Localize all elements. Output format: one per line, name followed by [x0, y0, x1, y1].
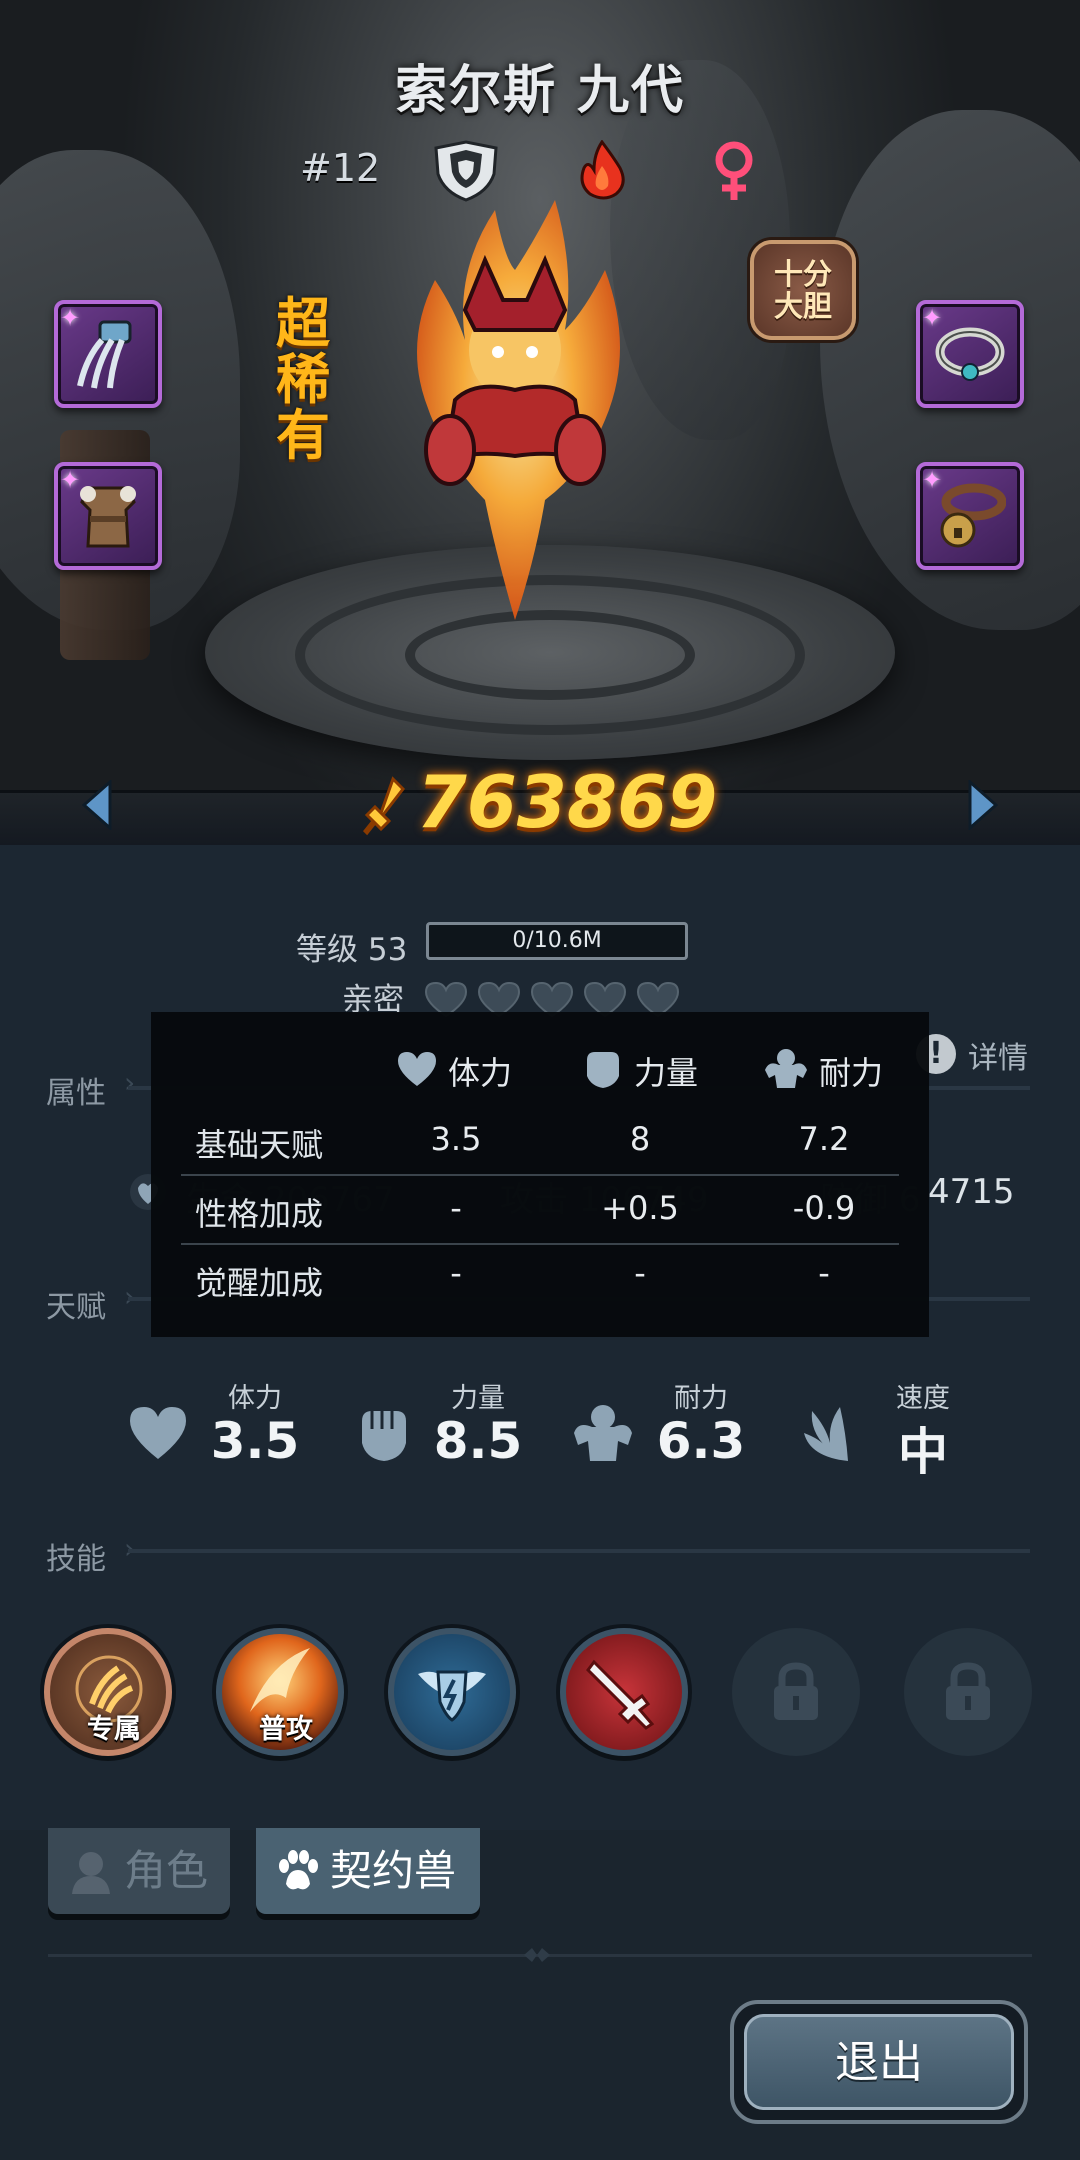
- hero-character-sprite[interactable]: [385, 200, 645, 630]
- equip-slot-necklace[interactable]: ✦: [916, 300, 1024, 408]
- tooltip-row-divider: [181, 1243, 899, 1245]
- rarity-label: 超稀有: [276, 292, 330, 467]
- fist-icon: [587, 1052, 619, 1088]
- skill-shield[interactable]: [388, 1628, 516, 1756]
- tooltip-cell-awaken-strength: -: [634, 1254, 646, 1292]
- skill-locked-1[interactable]: [732, 1628, 860, 1756]
- skill-sword[interactable]: [560, 1628, 688, 1756]
- tab-pet[interactable]: 契约兽: [256, 1828, 480, 1914]
- talent-name-speed: 速度: [896, 1383, 950, 1414]
- talent-value-strength: 8.5: [433, 1412, 523, 1470]
- claw-weapon-icon: [77, 320, 132, 389]
- tooltip-cell-base-strength: 8: [629, 1120, 651, 1158]
- talent-value-endurance: 6.3: [656, 1412, 746, 1470]
- wing-icon: [804, 1407, 848, 1461]
- leather-armor-icon: [80, 486, 136, 548]
- bell-collar-icon: [940, 483, 1006, 548]
- tooltip-header-strength: 力量: [634, 1054, 699, 1092]
- equip-slot-armor[interactable]: ✦: [54, 462, 162, 570]
- equip-slot-accessory[interactable]: ✦: [916, 462, 1024, 570]
- skill-exclusive[interactable]: 专属: [44, 1628, 172, 1756]
- character-icon: [72, 1852, 110, 1894]
- sword-skill-icon: [586, 1659, 655, 1730]
- combat-power: 763869: [0, 760, 1080, 844]
- muscle-icon: [765, 1049, 807, 1088]
- detail-button[interactable]: 详情: [968, 1033, 1028, 1077]
- muscle-icon: [574, 1405, 632, 1461]
- power-sword-icon: [362, 776, 405, 836]
- section-title-talent: 天赋: [46, 1290, 106, 1325]
- tooltip-header-endurance: 耐力: [819, 1054, 884, 1092]
- combat-power-value: 763869: [416, 760, 718, 844]
- talent-name-strength: 力量: [451, 1383, 505, 1414]
- tooltip-header-stamina: 体力: [448, 1054, 513, 1092]
- level-label: 等级 53: [296, 932, 408, 968]
- section-title-skills: 技能: [46, 1542, 106, 1577]
- paw-icon: [279, 1850, 318, 1890]
- skill-normal-attack[interactable]: 普攻: [216, 1628, 344, 1756]
- tooltip-cell-personality-endurance: -0.9: [792, 1189, 856, 1227]
- section-divider: [128, 1549, 1030, 1553]
- talent-name-stamina: 体力: [228, 1383, 282, 1414]
- lock-icon: [946, 1662, 990, 1720]
- defense-stat-value: 4715: [928, 1172, 1015, 1212]
- tooltip-cell-personality-stamina: -: [450, 1189, 462, 1227]
- tooltip-row-base-label: 基础天赋: [195, 1126, 324, 1164]
- equip-slot-weapon[interactable]: ✦: [54, 300, 162, 408]
- shield-class-icon[interactable]: [428, 140, 504, 202]
- chevron-right-icon: ›: [124, 1066, 136, 1099]
- section-title-attributes: 属性: [46, 1076, 106, 1111]
- tooltip-cell-awaken-endurance: -: [818, 1254, 830, 1292]
- collar-necklace-icon: [935, 327, 1005, 381]
- tooltip-cell-awaken-stamina: -: [450, 1254, 462, 1292]
- hero-number: #12: [300, 146, 381, 190]
- personality-badge[interactable]: 十分 大胆: [750, 240, 856, 340]
- female-gender-icon: [715, 141, 753, 200]
- talent-breakdown-tooltip: 体力 力量 耐力 基础天赋 3.5 8 7.2 性格加成 - +0.5 -0.9…: [151, 1012, 929, 1337]
- tab-character[interactable]: 角色: [48, 1828, 230, 1914]
- talent-value-stamina: 3.5: [210, 1412, 300, 1470]
- exit-button-label: 退出: [744, 2014, 1014, 2110]
- divider-ornament-icon: [522, 1946, 552, 1964]
- hero-name: 索尔斯 九代: [394, 61, 686, 121]
- shield-wings-skill-icon: [418, 1670, 486, 1722]
- skill-tag-normal: 普攻: [259, 1714, 313, 1745]
- tooltip-cell-personality-strength: +0.5: [601, 1189, 679, 1227]
- tooltip-row-awaken-label: 觉醒加成: [195, 1264, 324, 1302]
- tooltip-row-divider: [181, 1174, 899, 1176]
- heart-icon: [130, 1407, 186, 1459]
- lock-icon: [774, 1662, 818, 1720]
- tab-character-label: 角色: [124, 1846, 209, 1895]
- heart-icon: [398, 1052, 436, 1086]
- hero-showcase-scene: 索尔斯 九代 #12 超稀有 十分 大胆 ✦ ✦ ✦ ✦ 763869: [0, 0, 1080, 845]
- fire-element-icon[interactable]: [574, 140, 630, 200]
- tab-pet-label: 契约兽: [330, 1846, 457, 1895]
- tooltip-cell-base-stamina: 3.5: [430, 1120, 482, 1158]
- tooltip-cell-base-endurance: 7.2: [798, 1120, 850, 1158]
- fist-icon: [362, 1411, 406, 1461]
- skill-tag-exclusive: 专属: [87, 1714, 141, 1745]
- tooltip-row-personality-label: 性格加成: [195, 1195, 324, 1233]
- talent-name-endurance: 耐力: [674, 1383, 728, 1414]
- personality-text: 十分 大胆: [773, 257, 832, 323]
- skill-locked-2[interactable]: [904, 1628, 1032, 1756]
- exp-progress-bar: 0/10.6M: [426, 922, 688, 960]
- talent-value-speed: 中: [898, 1423, 948, 1481]
- exit-button[interactable]: 退出: [730, 2000, 1028, 2124]
